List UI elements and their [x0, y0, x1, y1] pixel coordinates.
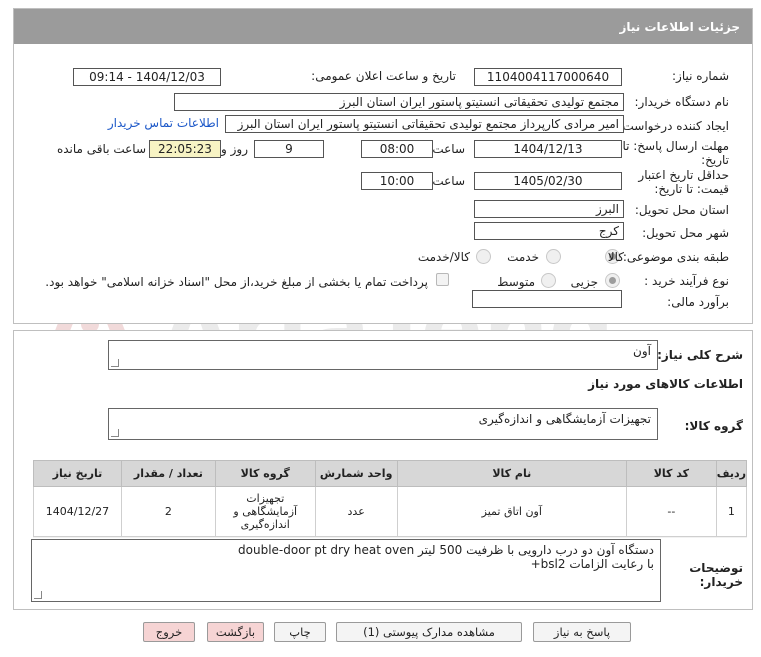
resize-grip-icon[interactable] — [34, 591, 42, 599]
validity-date-field[interactable]: 1405/02/30 — [474, 172, 622, 190]
announce-datetime-label: تاریخ و ساعت اعلان عمومی: — [311, 69, 456, 83]
cell-item-name: آون اتاق تمیز — [396, 486, 627, 537]
col-header-unit: واحد شمارش — [314, 460, 398, 487]
back-button[interactable]: بازگشت — [207, 622, 264, 642]
remaining-time-field[interactable]: 22:05:23 — [149, 140, 221, 158]
cell-item-group: تجهیزات آزمایشگاهی و اندازه‌گیری — [214, 486, 316, 537]
table-row[interactable]: 1 -- آون اتاق تمیز عدد تجهیزات آزمایشگاه… — [33, 486, 748, 537]
process-option-medium: متوسط — [497, 275, 535, 289]
delivery-province-field[interactable]: البرز — [474, 200, 624, 218]
category-label: طبقه بندی موضوعی: — [622, 250, 729, 264]
delivery-province-label: استان محل تحویل: — [634, 203, 729, 217]
remaining-time-label: ساعت باقی مانده — [56, 142, 146, 156]
category-option-goods-service: کالا/خدمت — [417, 250, 470, 264]
treasury-payment-note: پرداخت تمام یا بخشی از مبلغ خرید،از محل … — [45, 275, 428, 289]
process-radio-medium[interactable] — [541, 273, 556, 288]
col-header-item-code: کد کالا — [625, 460, 717, 487]
need-number-label: شماره نیاز: — [672, 69, 729, 83]
deadline-label-line1: مهلت ارسال پاسخ: تا — [622, 139, 729, 153]
goods-section-title: اطلاعات کالاهای مورد نیاز — [588, 377, 743, 391]
category-radio-goods-service[interactable] — [476, 249, 491, 264]
exit-button[interactable]: خروج — [143, 622, 195, 642]
cell-row-number: 1 — [715, 486, 748, 537]
process-radio-minor[interactable] — [605, 273, 620, 288]
print-button[interactable]: چاپ — [274, 622, 326, 642]
resize-grip-icon[interactable] — [111, 429, 119, 437]
buyer-notes-label-line1: توضیحات — [689, 561, 743, 575]
cell-item-code: -- — [625, 486, 717, 537]
announce-datetime-field[interactable]: 1404/12/03 - 09:14 — [73, 68, 221, 86]
buyer-notes-line2: با رعایت الزامات bsl2+ — [530, 557, 654, 571]
validity-label-line1: حداقل تاریخ اعتبار — [638, 168, 729, 182]
buyer-notes-label-line2: خریدار: — [699, 575, 743, 589]
col-header-item-group: گروه کالا — [214, 460, 316, 487]
days-remaining-field[interactable]: 9 — [254, 140, 324, 158]
need-description-label: شرح کلی نیاز: — [657, 348, 743, 362]
need-description-text: آون — [633, 344, 651, 358]
buyer-notes-line1: دستگاه آون دو درب دارویی با ظرفیت 500 لی… — [238, 543, 654, 557]
cell-unit: عدد — [314, 486, 398, 537]
col-header-quantity: تعداد / مقدار — [120, 460, 216, 487]
delivery-city-field[interactable]: کرج — [474, 222, 624, 240]
deadline-time-field[interactable]: 08:00 — [361, 140, 433, 158]
category-option-service: خدمت — [507, 250, 539, 264]
request-creator-label: ایجاد کننده درخواست: — [618, 119, 729, 133]
days-label: روز و — [221, 142, 248, 156]
validity-label-line2: قیمت: تا تاریخ: — [654, 182, 729, 196]
validity-time-label: ساعت — [432, 174, 465, 188]
goods-table: ردیف کد کالا نام کالا واحد شمارش گروه کا… — [33, 460, 748, 537]
deadline-label-line2: تاریخ: — [701, 153, 729, 167]
purchase-process-label: نوع فرآیند خرید : — [644, 274, 729, 288]
col-header-item-name: نام کالا — [396, 460, 627, 487]
deadline-time-label: ساعت — [432, 142, 465, 156]
resize-grip-icon[interactable] — [111, 359, 119, 367]
view-attachments-button[interactable]: مشاهده مدارک پیوستی (1) — [336, 622, 522, 642]
need-number-field[interactable]: 1104004117000640 — [474, 68, 622, 86]
cell-quantity: 2 — [120, 486, 216, 537]
buyer-contact-link[interactable]: اطلاعات تماس خریدار — [108, 116, 219, 130]
need-description-field[interactable]: آون — [108, 340, 658, 370]
goods-group-text: تجهیزات آزمایشگاهی و اندازه‌گیری — [478, 412, 651, 426]
treasury-payment-checkbox[interactable] — [436, 273, 449, 286]
process-option-minor: جزیی — [570, 275, 598, 289]
category-option-goods: کالا — [607, 250, 624, 264]
category-radio-service[interactable] — [546, 249, 561, 264]
validity-time-field[interactable]: 10:00 — [361, 172, 433, 190]
col-header-row-number: ردیف — [715, 460, 748, 487]
cell-need-date: 1404/12/27 — [33, 486, 122, 537]
financial-estimate-field[interactable] — [472, 290, 622, 308]
goods-group-label: گروه کالا: — [684, 419, 743, 433]
delivery-city-label: شهر محل تحویل: — [642, 226, 729, 240]
request-creator-field[interactable]: امیر مرادی کارپرداز مجتمع تولیدی تحقیقات… — [225, 115, 624, 133]
buyer-org-field[interactable]: مجتمع تولیدی تحقیقاتی انستیتو پاستور ایر… — [174, 93, 624, 111]
goods-group-field[interactable]: تجهیزات آزمایشگاهی و اندازه‌گیری — [108, 408, 658, 440]
reply-to-need-button[interactable]: پاسخ به نیاز — [533, 622, 631, 642]
deadline-date-field[interactable]: 1404/12/13 — [474, 140, 622, 158]
buyer-notes-field[interactable]: دستگاه آون دو درب دارویی با ظرفیت 500 لی… — [31, 539, 661, 602]
col-header-need-date: تاریخ نیاز — [33, 460, 122, 487]
financial-estimate-label: برآورد مالی: — [667, 295, 729, 309]
buyer-org-label: نام دستگاه خریدار: — [634, 95, 730, 109]
panel-header: جزئیات اطلاعات نیاز — [14, 9, 752, 44]
